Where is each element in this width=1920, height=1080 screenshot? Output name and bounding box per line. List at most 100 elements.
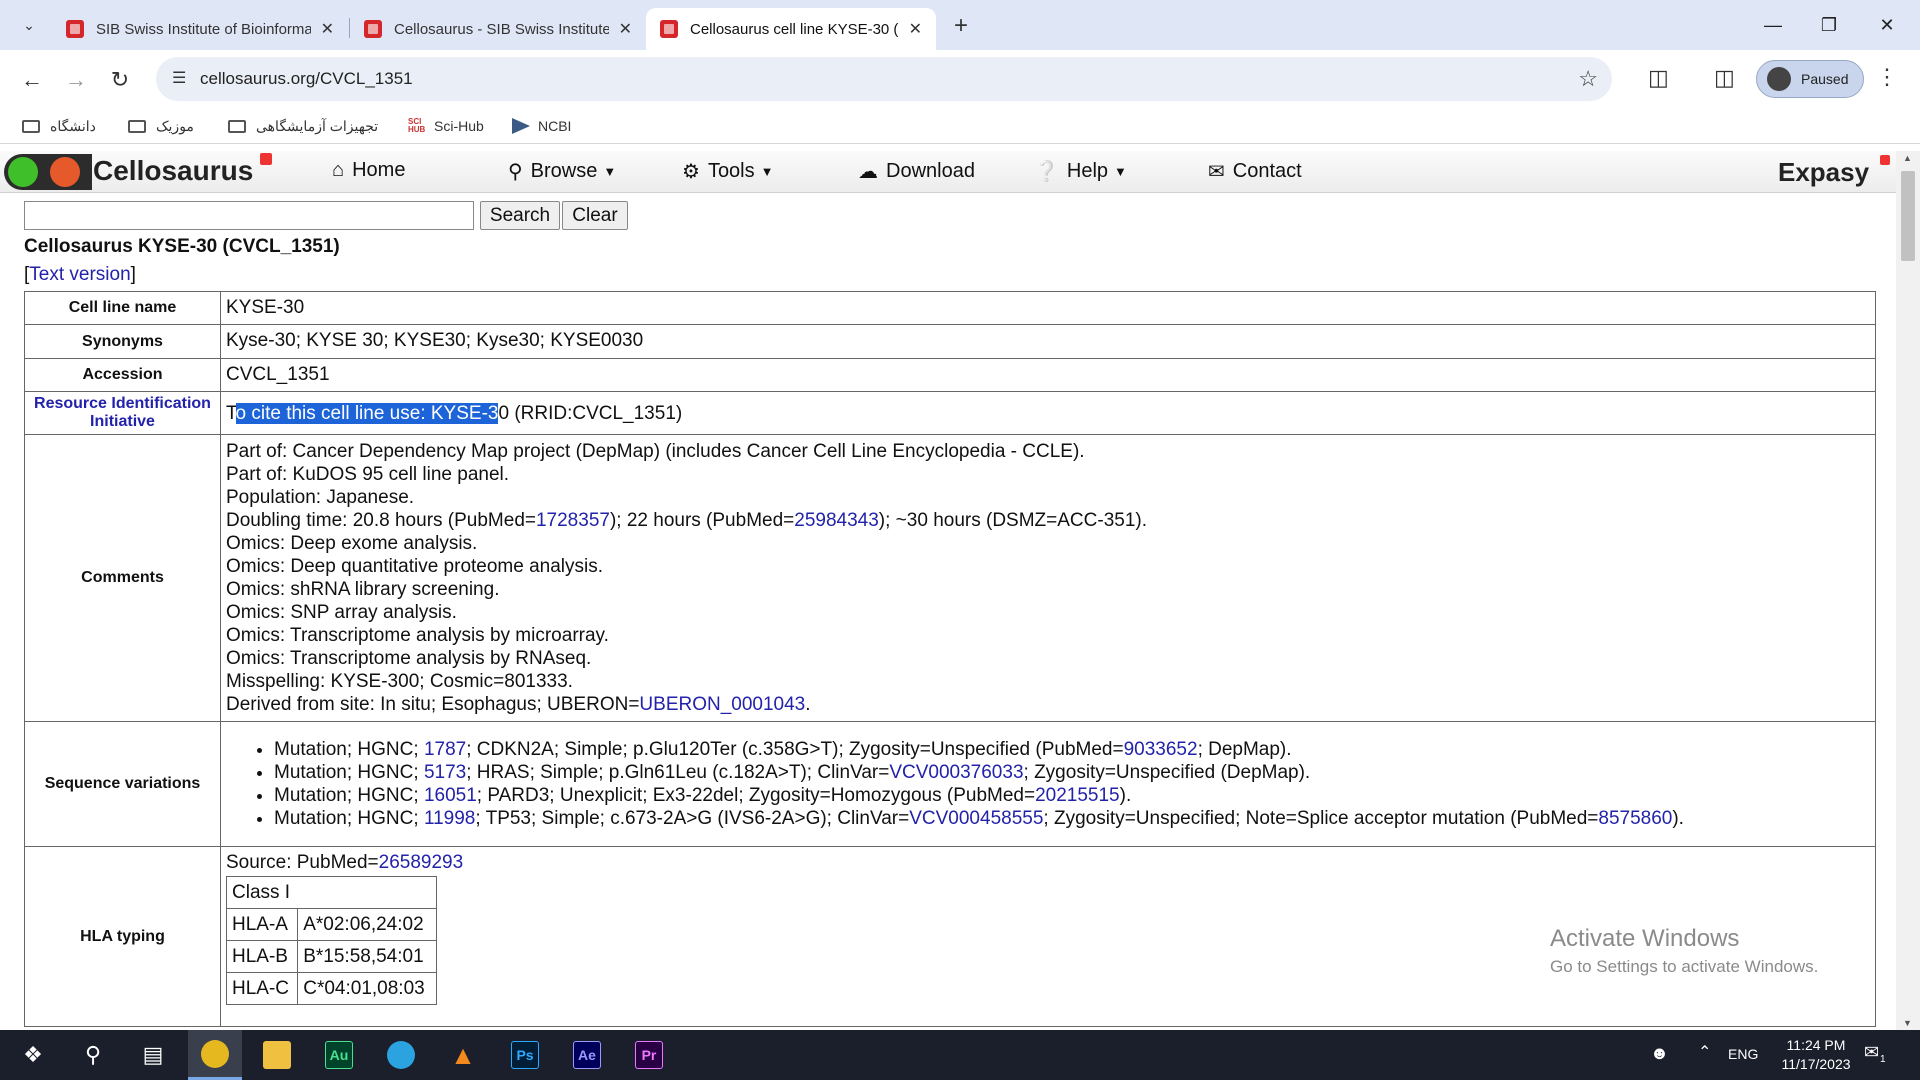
selected-text: o cite this cell line use: KYSE-3 — [235, 402, 499, 424]
restore-icon[interactable]: ❐ — [1804, 10, 1854, 40]
close-tab-icon[interactable]: ✕ — [619, 19, 632, 39]
cellosaurus-favicon-icon — [660, 20, 678, 38]
close-window-icon[interactable]: ✕ — [1862, 10, 1912, 40]
browser-tab-2[interactable]: Cellosaurus - SIB Swiss Institute ✕ — [350, 8, 646, 50]
people-icon[interactable]: ☻ — [1650, 1043, 1669, 1064]
nav-tools[interactable]: ⚙ Tools ▼ — [682, 159, 774, 184]
nav-contact[interactable]: ✉ Contact — [1208, 159, 1302, 184]
premiere-taskbar-icon[interactable]: Pr — [622, 1030, 676, 1080]
logo-badge-icon — [260, 153, 272, 165]
bookmark-scihub[interactable]: SCI HUB Sci-Hub — [408, 114, 484, 138]
photoshop-taskbar-icon[interactable]: Ps — [498, 1030, 552, 1080]
comment-line: Omics: SNP array analysis. — [226, 602, 457, 623]
close-tab-icon[interactable]: ✕ — [321, 19, 334, 39]
after-effects-taskbar-icon[interactable]: Ae — [560, 1030, 614, 1080]
bookmark-folder-lab-equipment[interactable]: تجهیزات آزمایشگاهی — [228, 114, 378, 138]
minimize-icon[interactable]: — — [1748, 10, 1798, 40]
nav-contact-label: Contact — [1232, 160, 1302, 182]
hgnc-link[interactable]: 16051 — [424, 785, 477, 806]
hgnc-link[interactable]: 1787 — [424, 739, 466, 760]
comments-value: Part of: Cancer Dependency Map project (… — [220, 434, 1876, 722]
nav-home[interactable]: ⌂ Home — [332, 159, 405, 182]
pubmed-link[interactable]: 8575860 — [1598, 808, 1672, 829]
cellosaurus-logo-icon[interactable] — [4, 154, 92, 190]
table-row: HLA-C C*04:01,08:03 — [225, 972, 437, 1005]
watermark-subtitle: Go to Settings to activate Windows. — [1550, 957, 1819, 976]
url-text[interactable]: cellosaurus.org/CVCL_1351 — [200, 69, 413, 89]
scrollbar-thumb[interactable] — [1901, 171, 1915, 261]
back-arrow-icon[interactable]: ← — [16, 64, 48, 96]
bookmark-ncbi[interactable]: NCBI — [512, 114, 571, 138]
hla-source-text: Source: PubMed= — [226, 852, 379, 873]
bookmark-star-icon[interactable]: ☆ — [1578, 66, 1598, 92]
audition-taskbar-icon[interactable]: Au — [312, 1030, 366, 1080]
ncbi-icon — [512, 118, 530, 134]
bookmark-folder-music[interactable]: موزیک — [128, 114, 194, 138]
table-row: Accession CVCL_1351 — [24, 358, 1876, 392]
extensions-puzzle-icon[interactable]: ◫ — [1648, 65, 1669, 91]
new-tab-button[interactable]: + — [944, 12, 978, 40]
vlc-taskbar-icon[interactable]: ▲ — [436, 1030, 490, 1080]
search-icon[interactable]: ⚲ — [66, 1030, 120, 1080]
comment-text: ); ~30 hours (DSMZ=ACC-351). — [878, 510, 1147, 531]
tab-title: SIB Swiss Institute of Bioinforma — [96, 20, 311, 38]
text-version-link[interactable]: Text version — [29, 264, 130, 285]
clock-date: 11/17/2023 — [1781, 1056, 1851, 1072]
address-bar[interactable]: ☰ cellosaurus.org/CVCL_1351 ☆ — [156, 57, 1612, 101]
table-row: HLA-B B*15:58,54:01 — [225, 940, 437, 973]
file-explorer-icon[interactable] — [250, 1030, 304, 1080]
rrid-label-link[interactable]: Resource Identification Initiative — [24, 391, 221, 435]
chrome-taskbar-icon[interactable] — [188, 1030, 242, 1080]
search-input[interactable] — [24, 201, 474, 230]
site-settings-icon[interactable]: ☰ — [172, 68, 186, 88]
chevron-up-icon[interactable]: ⌃ — [1698, 1042, 1711, 1062]
task-view-icon[interactable]: ▤ — [126, 1030, 180, 1080]
scihub-icon: SCI HUB — [408, 117, 426, 134]
expasy-badge-icon — [1880, 155, 1890, 165]
comment-text: . — [805, 694, 811, 715]
expasy-logo[interactable]: Expasy — [1778, 157, 1869, 188]
language-indicator[interactable]: ENG — [1728, 1046, 1758, 1062]
site-logo-text[interactable]: Cellosaurus — [93, 155, 253, 187]
profile-status-label: Paused — [1801, 71, 1849, 87]
variation-text: Mutation; HGNC; — [274, 739, 424, 760]
pubmed-link[interactable]: 25984343 — [794, 510, 879, 531]
uberon-link[interactable]: UBERON_0001043 — [639, 694, 805, 715]
profile-button[interactable]: Paused — [1756, 60, 1864, 98]
hla-source: Source: PubMed=26589293 — [226, 851, 1870, 874]
scroll-up-arrow-icon[interactable]: ▲ — [1903, 153, 1912, 163]
pubmed-link[interactable]: 20215515 — [1035, 785, 1120, 806]
pubmed-link[interactable]: 26589293 — [379, 852, 464, 873]
hgnc-link[interactable]: 11998 — [424, 808, 475, 829]
clear-button[interactable]: Clear — [562, 201, 628, 230]
forward-arrow-icon[interactable]: → — [60, 64, 92, 96]
hla-class-header: Class I — [226, 876, 437, 909]
notification-icon[interactable]: ✉ — [1864, 1042, 1879, 1063]
table-row: HLA-A A*02:06,24:02 — [225, 908, 437, 941]
scroll-down-arrow-icon[interactable]: ▼ — [1903, 1018, 1912, 1028]
bookmark-folder-university[interactable]: دانشگاه — [22, 114, 96, 138]
clinvar-link[interactable]: VCV000376033 — [889, 762, 1023, 783]
nav-download[interactable]: ☁ Download — [858, 159, 975, 184]
hgnc-link[interactable]: 5173 — [424, 762, 466, 783]
pubmed-link[interactable]: 9033652 — [1124, 739, 1198, 760]
search-button[interactable]: Search — [480, 201, 560, 230]
reload-icon[interactable]: ↻ — [104, 64, 136, 96]
telegram-taskbar-icon[interactable] — [374, 1030, 428, 1080]
nav-help[interactable]: ❔ Help ▼ — [1034, 159, 1127, 184]
side-panel-icon[interactable]: ◫ — [1714, 65, 1735, 91]
tab-search-chevron-icon[interactable]: ⌄ — [14, 12, 44, 38]
browser-tab-3-active[interactable]: Cellosaurus cell line KYSE-30 (C ✕ — [646, 8, 936, 50]
table-row: Class I — [226, 876, 437, 909]
windows-start-icon[interactable]: ❖ — [6, 1030, 60, 1080]
browser-menu-icon[interactable]: ⋮ — [1876, 64, 1898, 90]
variation-list: Mutation; HGNC; 1787; CDKN2A; Simple; p.… — [226, 738, 1870, 830]
pubmed-link[interactable]: 1728357 — [536, 510, 610, 531]
row-label: Cell line name — [24, 291, 221, 325]
system-clock[interactable]: 11:24 PM 11/17/2023 — [1770, 1036, 1862, 1074]
clinvar-link[interactable]: VCV000458555 — [909, 808, 1043, 829]
browser-tab-1[interactable]: SIB Swiss Institute of Bioinforma ✕ — [52, 8, 348, 50]
page-scrollbar[interactable]: ▲ ▼ — [1896, 151, 1920, 1030]
nav-browse[interactable]: ⚲ Browse ▼ — [508, 159, 616, 184]
close-tab-icon[interactable]: ✕ — [909, 19, 922, 39]
